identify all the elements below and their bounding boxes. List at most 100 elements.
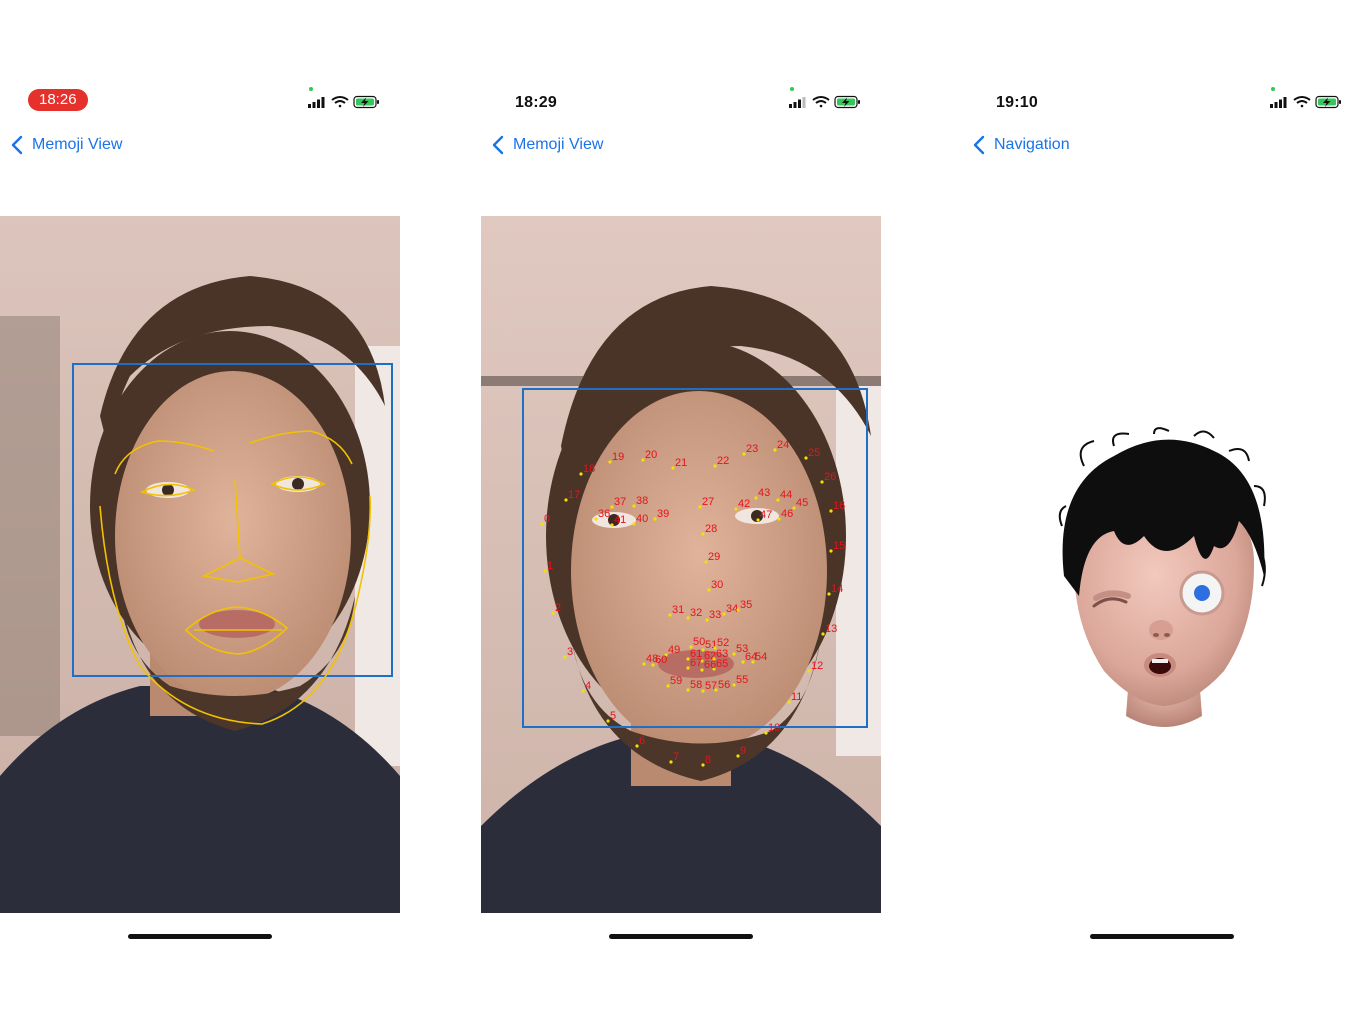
landmark-label: 49	[668, 644, 680, 656]
battery-charging-icon	[353, 95, 379, 109]
wifi-icon	[812, 96, 830, 108]
landmark-label: 44	[780, 489, 792, 501]
landmark-label: 7	[673, 751, 679, 763]
landmark-label: 45	[796, 497, 808, 509]
battery-charging-icon	[834, 95, 860, 109]
landmark-label: 4	[585, 680, 591, 692]
home-indicator[interactable]	[1090, 934, 1234, 939]
landmark-label: 56	[718, 679, 730, 691]
camera-frame: 01234567 8910111213141516171819 2021 2223 24…	[481, 216, 881, 913]
landmark-label: 33	[709, 609, 721, 621]
landmark-label: 23	[746, 443, 758, 455]
home-indicator[interactable]	[609, 934, 753, 939]
back-button-label: Memoji View	[32, 136, 123, 153]
status-time: 18:29	[515, 94, 557, 111]
landmark-label: 59	[670, 675, 682, 687]
landmark-label: 50	[693, 636, 705, 648]
camera-indicator-dot	[309, 87, 313, 91]
landmark-label: 9	[740, 745, 746, 757]
avatar-iris	[1194, 585, 1210, 601]
landmark-label: 67	[690, 657, 702, 669]
signal-icon	[1270, 97, 1287, 108]
landmark-label: 40	[636, 513, 648, 525]
landmark-label: 17	[568, 489, 580, 501]
landmark-label: 14	[831, 583, 843, 595]
back-button-label: Navigation	[994, 136, 1070, 153]
landmark-label: 25	[808, 447, 820, 459]
status-icons	[1270, 95, 1341, 109]
landmark-label: 64	[745, 651, 757, 663]
camera-preview	[0, 216, 400, 913]
phone-screen-landmarks: 18:29 Memoji View 0 1 2 3 4 5 6 7 8 9 10…	[481, 0, 881, 1027]
landmark-label: 20	[645, 449, 657, 461]
landmark-label: 18	[583, 463, 595, 475]
status-bar: 18:29	[481, 84, 881, 118]
back-button[interactable]: Memoji View	[489, 130, 603, 160]
back-chevron-icon	[973, 135, 985, 155]
camera-indicator-dot	[1271, 87, 1275, 91]
status-icons	[789, 95, 860, 109]
camera-frame	[0, 216, 400, 913]
landmark-label: 29	[708, 551, 720, 563]
landmark-label: 28	[705, 523, 717, 535]
back-chevron-icon	[11, 135, 23, 155]
landmark-label: 47	[760, 509, 772, 521]
landmark-label: 6	[639, 735, 645, 747]
status-bar: 19:10	[962, 84, 1362, 118]
landmark-label: 11	[791, 691, 802, 703]
landmark-label: 31	[672, 604, 684, 616]
landmark-label: 37	[614, 496, 626, 508]
landmark-label: 39	[657, 508, 669, 520]
wifi-icon	[331, 96, 349, 108]
status-time: 19:10	[996, 94, 1038, 111]
landmark-label: 27	[702, 496, 714, 508]
landmark-label: 46	[781, 508, 793, 520]
landmark-label: 36	[598, 508, 610, 520]
landmark-label: 19	[612, 451, 624, 463]
landmark-label: 21	[675, 457, 687, 469]
back-button[interactable]: Navigation	[970, 130, 1070, 160]
landmark-label: 41	[614, 514, 626, 526]
landmark-label: 15	[833, 540, 845, 552]
back-chevron-icon	[492, 135, 504, 155]
camera-indicator-dot	[790, 87, 794, 91]
phone-screen-memoji: 19:10 Navigation	[962, 0, 1362, 1027]
landmark-label: 55	[736, 674, 748, 686]
landmark-label: 3	[567, 646, 573, 658]
avatar-nose	[1149, 620, 1173, 640]
landmark-label: 66	[704, 659, 716, 671]
back-button-label: Memoji View	[513, 136, 604, 153]
landmark-label: 2	[555, 602, 561, 614]
landmark-label: 24	[777, 439, 789, 451]
wifi-icon	[1293, 96, 1311, 108]
landmark-label: 22	[717, 455, 729, 467]
landmark-label: 34	[726, 603, 738, 615]
status-time-recording: 18:26	[28, 89, 88, 111]
landmark-label: 12	[811, 660, 823, 672]
signal-icon	[308, 97, 325, 108]
back-button[interactable]: Memoji View	[8, 130, 122, 160]
landmark-label: 65	[716, 658, 728, 670]
status-icons	[308, 95, 379, 109]
face-skin	[115, 371, 351, 701]
landmark-label: 42	[738, 498, 750, 510]
door-frame	[0, 316, 60, 736]
landmark-label: 5	[610, 710, 616, 722]
landmark-label: 58	[690, 679, 702, 691]
landmark-label: 1	[547, 560, 553, 572]
home-indicator[interactable]	[128, 934, 272, 939]
landmark-label: 30	[711, 579, 723, 591]
landmark-label: 26	[824, 471, 836, 483]
memoji-avatar	[1058, 427, 1266, 727]
landmark-label: 13	[825, 623, 837, 635]
landmark-label: 0	[544, 513, 550, 525]
landmark-label: 16	[833, 500, 845, 512]
landmark-label: 35	[740, 599, 752, 611]
landmark-label: 43	[758, 487, 770, 499]
landmark-label: 38	[636, 495, 648, 507]
phone-screen-face-contours: 18:26 Memoji View	[0, 0, 400, 1027]
landmark-label: 10	[768, 722, 780, 734]
battery-charging-icon	[1315, 95, 1341, 109]
landmark-label: 57	[705, 680, 717, 692]
camera-preview: 0 1 2 3 4 5 6 7 8 9 10 11 12 13 14 15 16 17 18 19 20 21 22 23 24…	[481, 216, 881, 913]
